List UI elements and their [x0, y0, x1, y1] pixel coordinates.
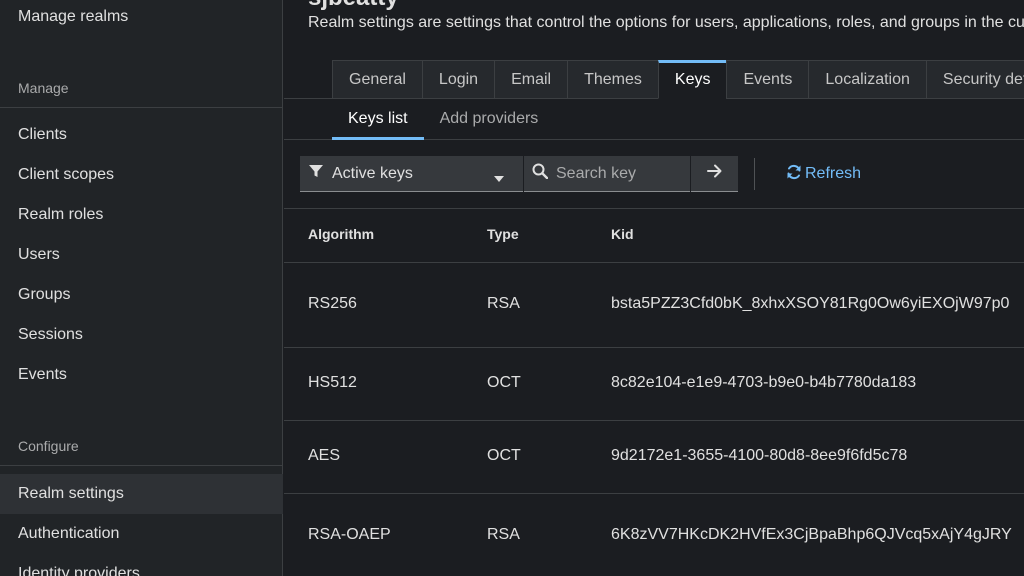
main-content: sjbeatty Realm settings are settings tha…: [284, 0, 1024, 576]
column-header-type[interactable]: Type: [487, 226, 519, 242]
search-key-input[interactable]: [556, 164, 676, 183]
sidebar-item-sessions[interactable]: Sessions: [0, 315, 283, 355]
sidebar-divider: [0, 107, 283, 108]
sidebar-item-users[interactable]: Users: [0, 235, 283, 275]
cell-type: RSA: [487, 295, 520, 312]
tab-general[interactable]: General: [332, 60, 422, 99]
subtab-add-providers[interactable]: Add providers: [424, 100, 555, 140]
cell-type: RSA: [487, 526, 520, 543]
tab-keys[interactable]: Keys: [657, 60, 727, 99]
sidebar-item-client-scopes[interactable]: Client scopes: [0, 155, 283, 195]
tab-localization[interactable]: Localization: [808, 60, 926, 99]
page-description: Realm settings are settings that control…: [308, 14, 1024, 31]
sidebar: Manage realms Manage Clients Client scop…: [0, 0, 283, 576]
column-header-kid[interactable]: Kid: [611, 226, 634, 242]
table-top-border: [284, 208, 1024, 209]
search-icon: [532, 163, 549, 184]
cell-kid: 9d2172e1-3655-4100-80d8-8ee9f6fd5c78: [611, 447, 908, 464]
filter-icon: [308, 163, 324, 184]
sidebar-item-events[interactable]: Events: [0, 355, 283, 395]
keys-subtabs: Keys list Add providers: [332, 100, 554, 140]
sidebar-item-identity-providers[interactable]: Identity providers: [0, 554, 283, 576]
sync-icon: [786, 164, 802, 185]
sidebar-section-configure: Configure: [18, 438, 79, 454]
cell-kid: 8c82e104-e1e9-4703-b9e0-b4b7780da183: [611, 374, 917, 391]
refresh-button[interactable]: Refresh: [786, 156, 861, 192]
sidebar-item-clients[interactable]: Clients: [0, 115, 283, 155]
sidebar-divider: [0, 465, 283, 466]
caret-down-icon: [493, 170, 505, 188]
arrow-right-icon: [706, 164, 723, 183]
cell-algorithm: RS256: [308, 295, 357, 312]
subtab-keys-list[interactable]: Keys list: [332, 100, 424, 140]
search-submit-button[interactable]: [691, 156, 738, 192]
row-divider: [284, 493, 1024, 494]
sidebar-item-manage-realms[interactable]: Manage realms: [0, 0, 283, 37]
key-filter-select[interactable]: Active keys: [300, 156, 523, 192]
cell-kid: bsta5PZZ3Cfd0bK_8xhxXSOY81Rg0Ow6yiEXOjW9…: [611, 295, 1010, 312]
cell-algorithm: AES: [308, 447, 341, 464]
sidebar-item-realm-roles[interactable]: Realm roles: [0, 195, 283, 235]
tab-login[interactable]: Login: [421, 60, 495, 99]
filter-value: Active keys: [332, 164, 413, 182]
row-divider: [284, 347, 1024, 348]
table-header-divider: [284, 262, 1024, 263]
search-key-field: [524, 156, 690, 192]
sidebar-section-manage: Manage: [18, 80, 69, 96]
sidebar-item-groups[interactable]: Groups: [0, 275, 283, 315]
realm-settings-tabs: General Login Email Themes Keys Events L…: [332, 60, 1024, 99]
tab-security-defenses[interactable]: Security defenses: [925, 60, 1024, 99]
toolbar-separator: [754, 158, 755, 190]
cell-algorithm: RSA-OAEP: [308, 526, 391, 543]
column-header-algorithm[interactable]: Algorithm: [308, 226, 374, 242]
row-divider: [284, 420, 1024, 421]
tab-events[interactable]: Events: [726, 60, 809, 99]
sidebar-item-realm-settings[interactable]: Realm settings: [0, 474, 283, 514]
cell-type: OCT: [487, 374, 521, 391]
tab-email[interactable]: Email: [494, 60, 568, 99]
cell-algorithm: HS512: [308, 374, 357, 391]
tab-themes[interactable]: Themes: [567, 60, 658, 99]
sidebar-item-authentication[interactable]: Authentication: [0, 514, 283, 554]
refresh-label: Refresh: [805, 165, 862, 182]
page-title: sjbeatty: [308, 0, 399, 12]
cell-kid: 6K8zVV7HKcDK2HVfEx3CjBpaBhp6QJVcq5xAjY4g…: [611, 526, 1012, 543]
cell-type: OCT: [487, 447, 521, 464]
